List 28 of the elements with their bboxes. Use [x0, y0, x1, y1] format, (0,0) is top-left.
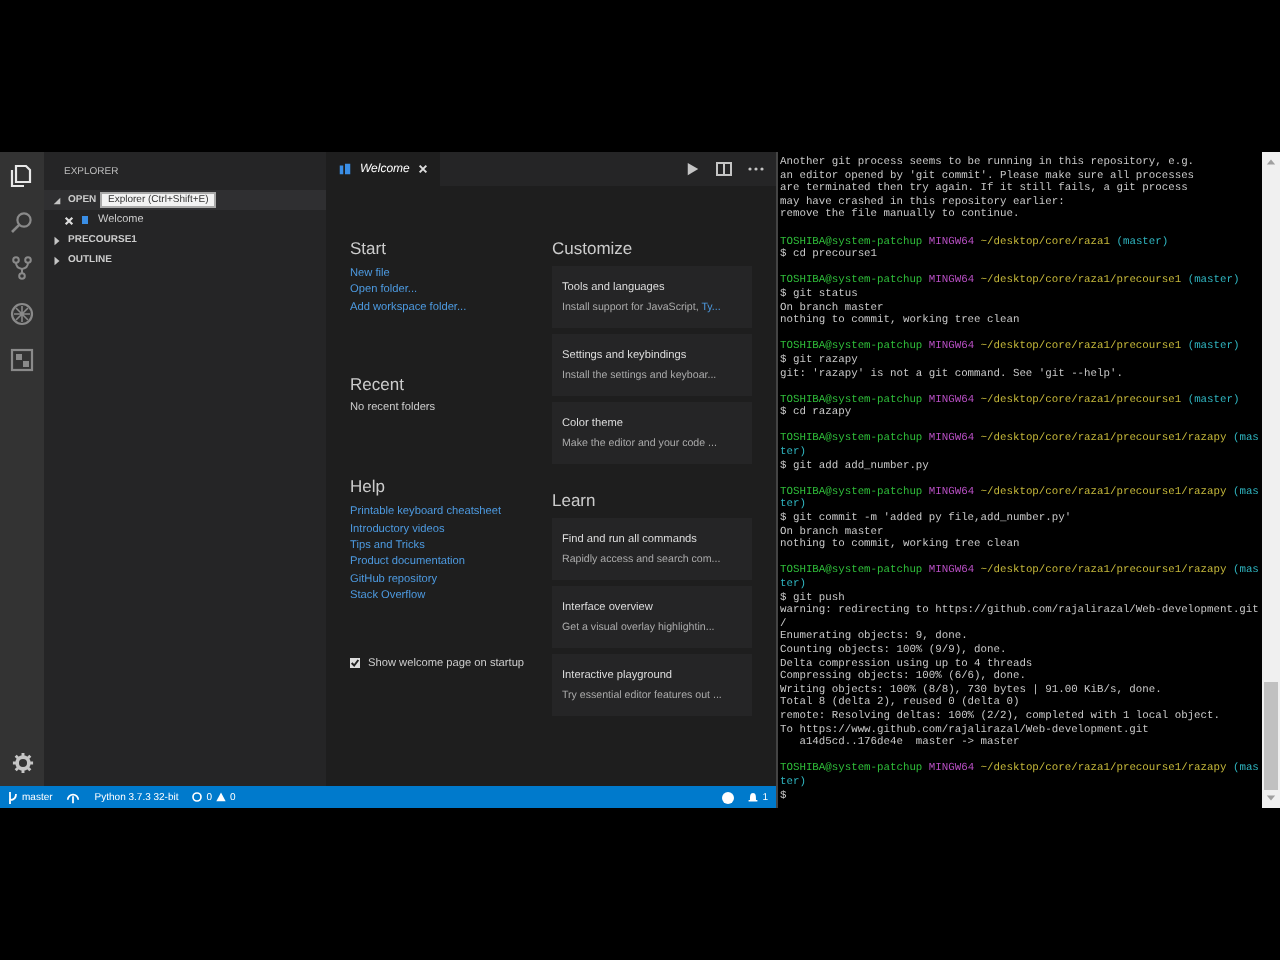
run-icon[interactable]	[686, 162, 700, 176]
scroll-up-icon[interactable]	[1266, 158, 1276, 166]
scroll-down-icon[interactable]	[1266, 794, 1276, 802]
warning-icon	[216, 792, 227, 802]
split-editor-icon[interactable]	[716, 162, 732, 176]
files-icon[interactable]	[10, 164, 34, 188]
checkbox[interactable]	[350, 658, 360, 669]
bell-icon	[748, 791, 759, 803]
settings-icon[interactable]	[11, 752, 33, 774]
file-icon	[80, 214, 92, 226]
debug-icon[interactable]	[10, 302, 34, 326]
chevron-icon	[52, 195, 62, 205]
close-icon[interactable]	[417, 164, 428, 174]
search-icon[interactable]	[10, 210, 34, 234]
section-heading: Start	[350, 238, 388, 260]
scrollbar-thumb[interactable]	[1264, 682, 1278, 790]
section-heading: Recent	[350, 374, 406, 397]
scrollbar[interactable]	[1262, 152, 1280, 808]
source-control-icon[interactable]	[10, 256, 34, 280]
section-heading: Customize	[552, 238, 635, 260]
extensions-icon[interactable]	[10, 348, 34, 372]
section-heading: Help	[350, 476, 387, 499]
file-icon	[338, 162, 352, 176]
close-icon[interactable]	[64, 215, 74, 225]
more-icon[interactable]	[748, 166, 764, 172]
branch-icon	[8, 791, 18, 803]
error-icon	[192, 792, 203, 802]
section-heading: Learn	[552, 490, 598, 512]
